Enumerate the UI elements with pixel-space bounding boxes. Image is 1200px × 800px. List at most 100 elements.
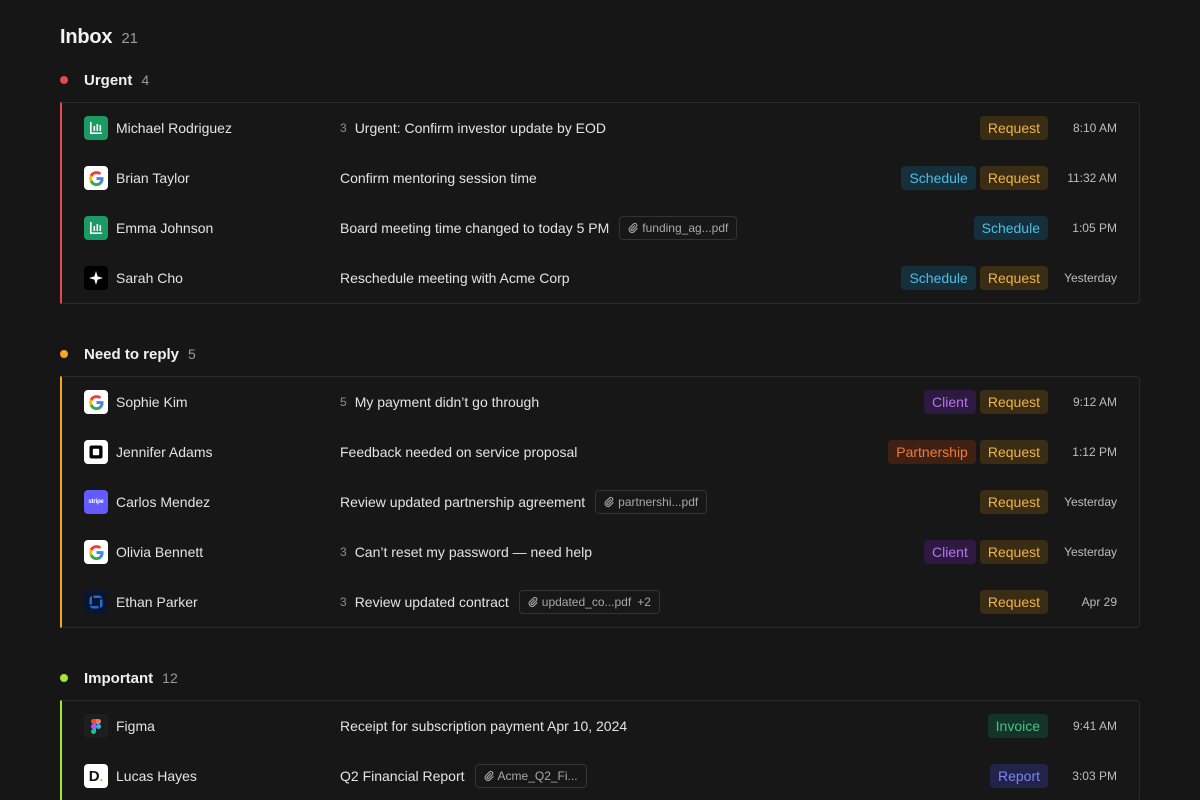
attachment-chip[interactable]: partnershi...pdf xyxy=(595,490,708,514)
mail-subject: Feedback needed on service proposal xyxy=(340,444,578,460)
section-title: Important xyxy=(84,669,154,687)
mail-list: Figma Receipt for subscription payment Ap… xyxy=(60,700,1140,800)
thread-count: 5 xyxy=(340,395,347,409)
section-count: 5 xyxy=(188,346,196,362)
mail-row[interactable]: Ethan Parker 3 Review updated contract upda… xyxy=(62,577,1139,627)
section-title: Urgent xyxy=(84,71,133,89)
tag-group: Client Request xyxy=(924,390,1048,414)
bar-chart-logo-icon xyxy=(84,116,108,140)
mail-subject: Can’t reset my password — need help xyxy=(354,544,593,560)
mail-row[interactable]: stripe Carlos Mendez Review updated partne… xyxy=(62,477,1139,527)
status-dot-icon xyxy=(60,350,68,358)
inbox-count: 21 xyxy=(121,30,139,47)
section-header[interactable]: Urgent 4 xyxy=(60,68,1140,92)
inbox-header: Inbox 21 xyxy=(60,26,138,49)
attachment-filename: partnershi...pdf xyxy=(618,495,699,509)
mail-time: 9:41 AM xyxy=(1072,719,1117,733)
mail-subject: Urgent: Confirm investor update by EOD xyxy=(354,120,607,136)
tag-schedule[interactable]: Schedule xyxy=(901,166,976,190)
tag-client[interactable]: Client xyxy=(924,390,976,414)
sender-name: Jennifer Adams xyxy=(116,444,213,460)
mail-row[interactable]: Sophie Kim 5 My payment didn’t go through C… xyxy=(62,377,1139,427)
subject-line: Board meeting time changed to today 5 PM… xyxy=(340,216,738,240)
mail-subject: Board meeting time changed to today 5 PM xyxy=(340,220,610,236)
tag-group: Invoice xyxy=(987,714,1048,738)
sender-name: Lucas Hayes xyxy=(116,768,197,784)
attachment-chip[interactable]: funding_ag...pdf xyxy=(619,216,738,240)
tag-group: Schedule Request xyxy=(901,266,1048,290)
sender-name: Brian Taylor xyxy=(116,170,190,186)
mail-time: 1:12 PM xyxy=(1072,445,1117,459)
tag-request[interactable]: Request xyxy=(979,490,1048,514)
attachment-filename: funding_ag...pdf xyxy=(642,221,729,235)
subject-line: 3 Urgent: Confirm investor update by EOD xyxy=(340,120,606,136)
tag-request[interactable]: Request xyxy=(979,590,1048,614)
sender-name: Carlos Mendez xyxy=(116,494,211,510)
tag-request[interactable]: Request xyxy=(979,540,1048,564)
status-dot-icon xyxy=(60,76,68,84)
tag-request[interactable]: Request xyxy=(979,440,1048,464)
square-logo-icon xyxy=(84,440,108,464)
mail-time: Yesterday xyxy=(1064,271,1117,285)
sparkle-logo-icon xyxy=(84,266,108,290)
tag-group: Request xyxy=(979,590,1048,614)
status-dot-icon xyxy=(60,674,68,682)
attachment-chip[interactable]: updated_co...pdf +2 xyxy=(518,590,660,614)
d-logo-icon: D. xyxy=(84,764,108,788)
mail-subject: My payment didn’t go through xyxy=(354,394,540,410)
figma-logo-icon xyxy=(84,714,108,738)
tag-group: Request xyxy=(979,116,1048,140)
section-header[interactable]: Important 12 xyxy=(60,666,1140,690)
tag-schedule[interactable]: Schedule xyxy=(973,216,1048,240)
attachment-extra-count: +2 xyxy=(637,595,651,609)
tag-request[interactable]: Request xyxy=(979,266,1048,290)
mail-row[interactable]: Jennifer Adams Feedback needed on service… xyxy=(62,427,1139,477)
mail-time: 9:12 AM xyxy=(1072,395,1117,409)
mail-time: 3:03 PM xyxy=(1072,769,1117,783)
mail-row[interactable]: Brian Taylor Confirm mentoring session ti… xyxy=(62,153,1139,203)
subject-line: Reschedule meeting with Acme Corp xyxy=(340,270,570,286)
tag-partnership[interactable]: Partnership xyxy=(888,440,976,464)
mail-time: 1:05 PM xyxy=(1072,221,1117,235)
sender-name: Emma Johnson xyxy=(116,220,214,236)
tag-invoice[interactable]: Invoice xyxy=(987,714,1048,738)
tag-group: Schedule xyxy=(973,216,1048,240)
mail-row[interactable]: Figma Receipt for subscription payment Ap… xyxy=(62,701,1139,751)
mail-subject: Review updated contract xyxy=(354,594,509,610)
mail-time: Apr 29 xyxy=(1081,595,1117,609)
section-header[interactable]: Need to reply 5 xyxy=(60,342,1140,366)
chase-logo-icon xyxy=(84,590,108,614)
subject-line: Review updated partnership agreement part… xyxy=(340,490,708,514)
mail-row[interactable]: Emma Johnson Board meeting time changed t… xyxy=(62,203,1139,253)
tag-client[interactable]: Client xyxy=(924,540,976,564)
mail-row[interactable]: Michael Rodriguez 3 Urgent: Confirm invest… xyxy=(62,103,1139,153)
section-urgent: Urgent 4 Michael Rodriguez 3 Urgent: Confirm… xyxy=(60,68,1140,304)
google-logo-icon xyxy=(84,390,108,414)
tag-group: Client Request xyxy=(924,540,1048,564)
sender-name: Olivia Bennett xyxy=(116,544,204,560)
mail-row[interactable]: Olivia Bennett 3 Can’t reset my password —… xyxy=(62,527,1139,577)
section-count: 4 xyxy=(141,72,150,88)
mail-subject: Reschedule meeting with Acme Corp xyxy=(340,270,570,286)
mail-subject: Confirm mentoring session time xyxy=(340,170,537,186)
paperclip-icon xyxy=(527,596,538,608)
subject-line: 3 Can’t reset my password — need help xyxy=(340,544,592,560)
thread-count: 3 xyxy=(340,545,347,559)
attachment-chip[interactable]: Acme_Q2_Fi... xyxy=(474,764,587,788)
mail-row[interactable]: Sarah Cho Reschedule meeting with Acme Co… xyxy=(62,253,1139,303)
subject-line: 3 Review updated contract updated_co...pdf… xyxy=(340,590,660,614)
sender-name: Michael Rodriguez xyxy=(116,120,232,136)
mail-time: Yesterday xyxy=(1064,545,1117,559)
paperclip-icon xyxy=(627,222,638,234)
section-title: Need to reply xyxy=(84,345,180,363)
tag-request[interactable]: Request xyxy=(979,390,1048,414)
mail-time: Yesterday xyxy=(1064,495,1117,509)
tag-request[interactable]: Request xyxy=(979,166,1048,190)
mail-row[interactable]: D. Lucas Hayes Q2 Financial Report Acme_Q2_… xyxy=(62,751,1139,800)
mail-subject: Receipt for subscription payment Apr 10,… xyxy=(340,718,628,734)
attachment-filename: Acme_Q2_Fi... xyxy=(497,769,578,783)
tag-request[interactable]: Request xyxy=(979,116,1048,140)
tag-schedule[interactable]: Schedule xyxy=(901,266,976,290)
google-logo-icon xyxy=(84,166,108,190)
tag-report[interactable]: Report xyxy=(989,764,1048,788)
